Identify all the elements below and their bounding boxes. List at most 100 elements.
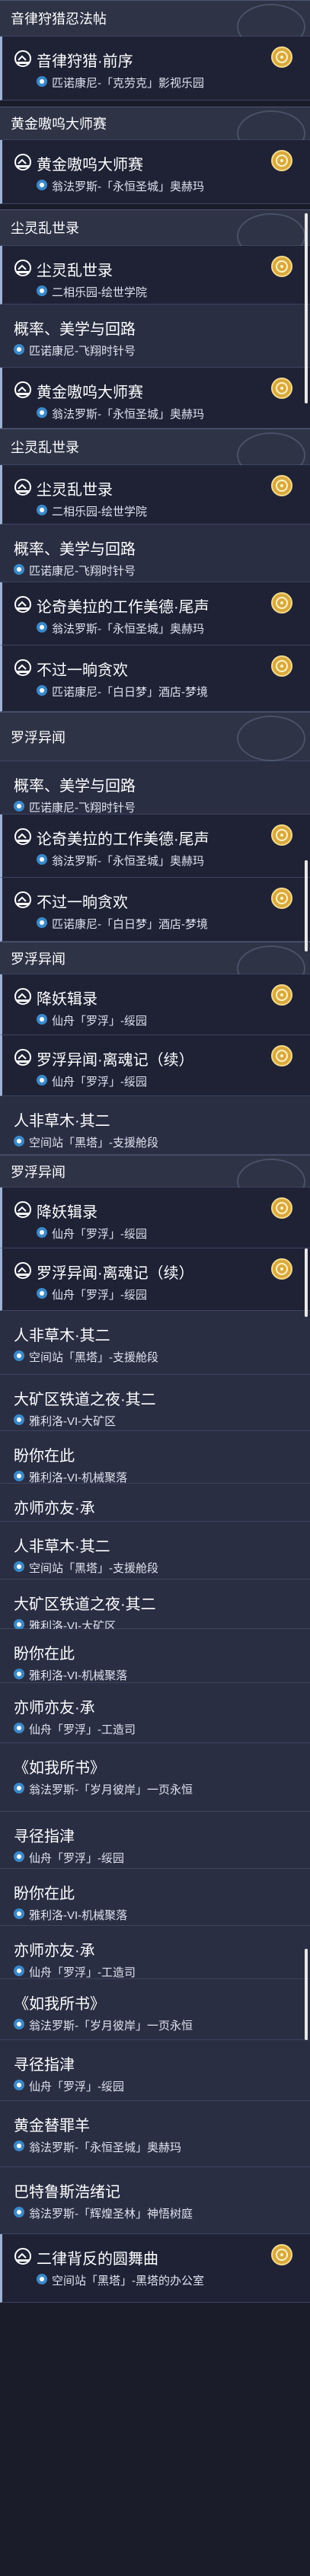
quest-location: 二相乐园-绘世学院 bbox=[52, 286, 147, 299]
quest-item[interactable]: 概率、美学与回路匹诺康尼-飞翔时针号 bbox=[0, 304, 310, 368]
quest-item[interactable]: 亦师亦友·承 仙舟「罗浮」-工造司 bbox=[0, 1926, 310, 1979]
location-pin-icon bbox=[37, 505, 47, 515]
quest-title: 尘灵乱世录 bbox=[37, 482, 113, 499]
quest-location: 翁法罗斯-「永恒圣城」奥赫玛 bbox=[52, 855, 204, 868]
quest-icon bbox=[14, 479, 31, 496]
quest-location: 仙舟「罗浮」-绥园 bbox=[52, 1076, 147, 1089]
quest-title: 降妖辑录 bbox=[37, 991, 97, 1008]
quest-item[interactable]: 巴特鲁斯浩绪记 翁法罗斯-「辉煌圣林」神悟树庭 bbox=[0, 2167, 310, 2234]
quest-item[interactable]: 人非草木·其二 空间站「黑塔」-支援舱段 bbox=[0, 1096, 310, 1155]
quest-title: 盼你在此 bbox=[14, 1886, 75, 1902]
reward-icon bbox=[271, 1045, 292, 1066]
quest-location: 雅利洛-VI-机械聚落 bbox=[29, 1669, 128, 1682]
quest-location: 仙舟「罗浮」-工造司 bbox=[29, 1966, 136, 1979]
quest-item[interactable]: 盼你在此雅利洛-VI-机械聚落 bbox=[0, 1629, 310, 1683]
quest-title: 罗浮异闻·离魂记（续） bbox=[37, 1265, 194, 1282]
quest-location: 翁法罗斯-「永恒圣城」奥赫玛 bbox=[52, 180, 204, 193]
quest-item[interactable]: 音律狩猎·前序 匹诺康尼-「克劳克」影视乐园 bbox=[0, 37, 310, 100]
location-pin-icon bbox=[14, 2080, 24, 2090]
location-pin-icon bbox=[14, 1908, 24, 1919]
reward-icon bbox=[271, 46, 292, 68]
quest-title: 不过一晌贪欢 bbox=[37, 894, 128, 911]
quest-item[interactable]: 黄金替罪羊 翁法罗斯-「永恒圣城」奥赫玛 bbox=[0, 2101, 310, 2167]
quest-item[interactable]: 不过一晌贪欢匹诺康尼-「白日梦」酒店-梦境 bbox=[0, 878, 310, 942]
quest-item[interactable]: 盼你在此 雅利洛-VI-机械聚落 bbox=[0, 1869, 310, 1926]
section-title: 罗浮异闻 bbox=[11, 729, 66, 745]
quest-icon bbox=[14, 891, 31, 908]
quest-location: 空间站「黑塔」-支援舱段 bbox=[29, 1562, 158, 1575]
quest-item[interactable]: 不过一晌贪欢 匹诺康尼-「白日梦」酒店-梦境 bbox=[0, 646, 310, 712]
quest-icon bbox=[14, 828, 31, 845]
quest-item[interactable]: 尘灵乱世录 二相乐园-绘世学院 bbox=[0, 465, 310, 524]
quest-item[interactable]: 概率、美学与回路 匹诺康尼-飞翔时针号 bbox=[0, 524, 310, 582]
quest-title: 亦师亦友·承 bbox=[14, 1500, 95, 1517]
quest-item[interactable]: 罗浮异闻·离魂记（续） 仙舟「罗浮」-绥园 bbox=[0, 1248, 310, 1311]
quest-item[interactable]: 罗浮异闻·离魂记（续） 仙舟「罗浮」-绥园 bbox=[0, 1035, 310, 1096]
quest-icon bbox=[14, 1262, 31, 1279]
section-title: 黄金嗷呜大师赛 bbox=[11, 116, 107, 132]
quest-title: 尘灵乱世录 bbox=[37, 263, 113, 279]
quest-title: 寻径指津 bbox=[14, 1828, 75, 1845]
quest-location: 翁法罗斯-「辉煌圣林」神悟树庭 bbox=[29, 2208, 193, 2221]
quest-item[interactable]: 概率、美学与回路 匹诺康尼-飞翔时针号 bbox=[0, 761, 310, 815]
scrollbar-thumb[interactable] bbox=[305, 213, 308, 403]
quest-icon bbox=[14, 50, 31, 67]
quest-location: 匹诺康尼-飞翔时针号 bbox=[29, 802, 136, 815]
quest-item[interactable]: 盼你在此 雅利洛-VI-机械聚落 bbox=[0, 1431, 310, 1484]
quest-item[interactable]: 大矿区铁道之夜·其二 雅利洛-VI-大矿区 bbox=[0, 1375, 310, 1431]
quest-item[interactable]: 人非草木·其二 空间站「黑塔」-支援舱段 bbox=[0, 1311, 310, 1375]
location-pin-icon bbox=[14, 1965, 24, 1976]
quest-item[interactable]: 二律背反的圆舞曲 空间站「黑塔」-黑塔的办公室 bbox=[0, 2234, 310, 2303]
scrollbar-thumb[interactable] bbox=[305, 860, 308, 952]
section-title: 尘灵乱世录 bbox=[11, 221, 79, 236]
quest-title: 音律狩猎·前序 bbox=[37, 53, 133, 70]
location-pin-icon bbox=[14, 1136, 24, 1146]
location-pin-icon bbox=[14, 1561, 24, 1572]
scrollbar-thumb[interactable] bbox=[305, 1949, 308, 2040]
quest-item[interactable]: 黄金嗷呜大师赛 翁法罗斯-「永恒圣城」奥赫玛 bbox=[0, 140, 310, 204]
location-pin-icon bbox=[14, 344, 24, 355]
location-pin-icon bbox=[37, 2274, 47, 2284]
quest-item[interactable]: 论奇美拉的工作美德·尾声 翁法罗斯-「永恒圣城」奥赫玛 bbox=[0, 815, 310, 878]
location-pin-icon bbox=[14, 1723, 24, 1733]
quest-item[interactable]: 降妖辑录 仙舟「罗浮」-绥园 bbox=[0, 1188, 310, 1248]
quest-location: 匹诺康尼-「白日梦」酒店-梦境 bbox=[52, 918, 208, 931]
location-pin-icon bbox=[37, 622, 47, 633]
quest-location: 翁法罗斯-「永恒圣城」奥赫玛 bbox=[29, 2141, 181, 2154]
scrollbar-thumb[interactable] bbox=[305, 1248, 308, 1317]
quest-item[interactable]: 人非草木·其二空间站「黑塔」-支援舱段 bbox=[0, 1522, 310, 1580]
location-pin-icon bbox=[14, 2141, 24, 2151]
quest-icon bbox=[14, 381, 31, 398]
location-pin-icon bbox=[37, 1227, 47, 1238]
section-title: 罗浮异闻 bbox=[11, 951, 66, 967]
reward-icon bbox=[271, 1258, 292, 1280]
quest-item[interactable]: 寻径指津 仙舟「罗浮」-绥园 bbox=[0, 2040, 310, 2101]
quest-item[interactable]: 尘灵乱世录二相乐园-绘世学院 bbox=[0, 246, 310, 304]
quest-item[interactable]: 论奇美拉的工作美德·尾声 翁法罗斯-「永恒圣城」奥赫玛 bbox=[0, 582, 310, 646]
quest-item[interactable]: 寻径指津仙舟「罗浮」-绥园 bbox=[0, 1812, 310, 1869]
quest-title: 不过一晌贪欢 bbox=[37, 662, 128, 679]
location-pin-icon bbox=[14, 1783, 24, 1793]
quest-title: 二律背反的圆舞曲 bbox=[37, 2251, 158, 2268]
quest-title: 论奇美拉的工作美德·尾声 bbox=[37, 599, 209, 616]
quest-location: 匹诺康尼-飞翔时针号 bbox=[29, 345, 136, 358]
location-pin-icon bbox=[37, 685, 47, 696]
quest-title: 人非草木·其二 bbox=[14, 1538, 110, 1555]
quest-item[interactable]: 亦师亦友·承 bbox=[0, 1484, 310, 1522]
quest-item[interactable]: 黄金嗷呜大师赛 翁法罗斯-「永恒圣城」奥赫玛 bbox=[0, 368, 310, 429]
quest-title: 大矿区铁道之夜·其二 bbox=[14, 1596, 156, 1613]
quest-location: 仙舟「罗浮」-绥园 bbox=[52, 1289, 147, 1302]
quest-item[interactable]: 《如我所书》 翁法罗斯-「岁月彼岸」一页永恒 bbox=[0, 1979, 310, 2040]
quest-title: 概率、美学与回路 bbox=[14, 321, 136, 338]
quest-item[interactable]: 降妖辑录仙舟「罗浮」-绥园 bbox=[0, 974, 310, 1035]
quest-item[interactable]: 大矿区铁道之夜·其二 雅利洛-VI-大矿区 bbox=[0, 1580, 310, 1633]
quest-item[interactable]: 亦师亦友·承 仙舟「罗浮」-工造司 bbox=[0, 1683, 310, 1743]
quest-title: 盼你在此 bbox=[14, 1646, 75, 1663]
location-pin-icon bbox=[14, 1471, 24, 1481]
quest-item[interactable]: 《如我所书》 翁法罗斯-「岁月彼岸」一页永恒 bbox=[0, 1743, 310, 1812]
location-pin-icon bbox=[14, 1414, 24, 1425]
location-pin-icon bbox=[37, 854, 47, 865]
quest-location: 仙舟「罗浮」-绥园 bbox=[52, 1015, 147, 1028]
reward-icon bbox=[271, 150, 292, 171]
quest-location: 仙舟「罗浮」-绥园 bbox=[29, 1852, 124, 1865]
